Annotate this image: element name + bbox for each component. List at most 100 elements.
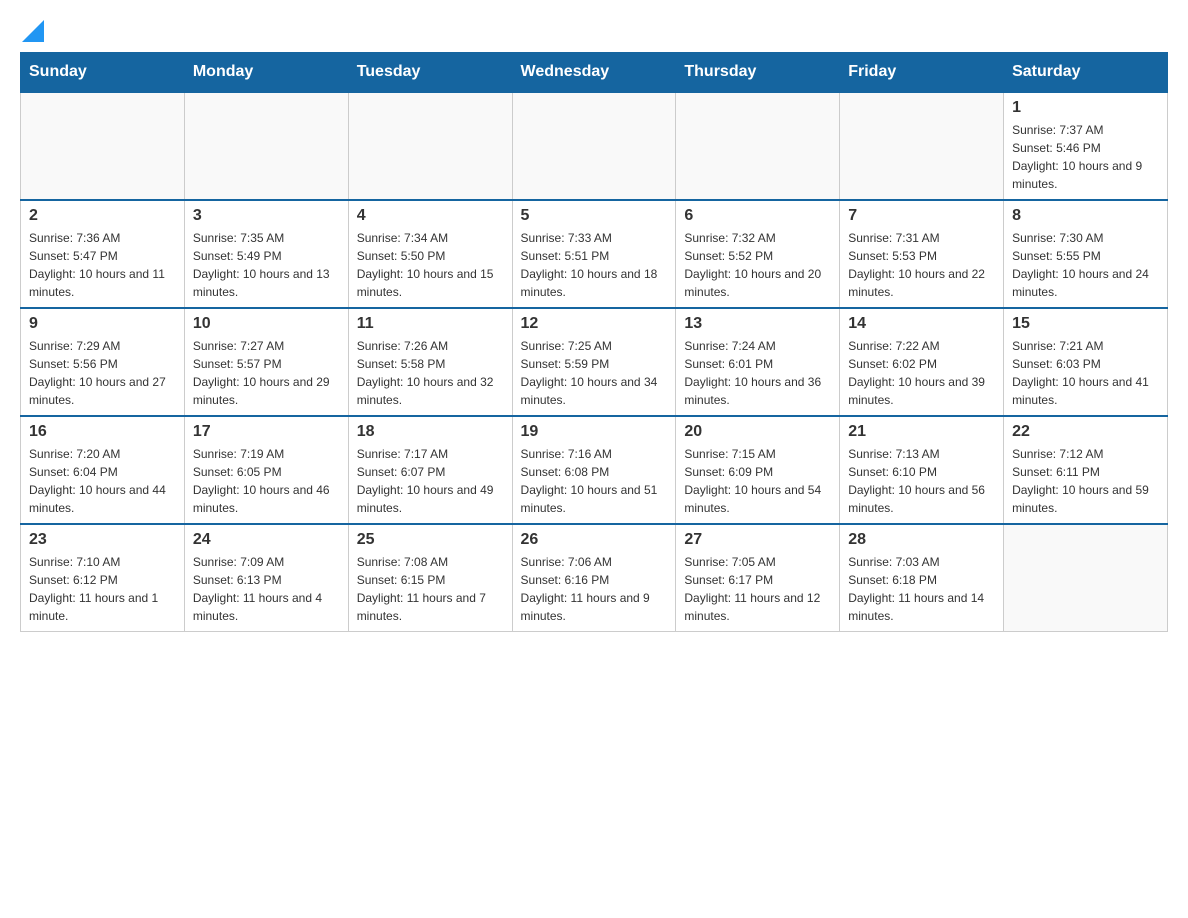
calendar-cell: 20 Sunrise: 7:15 AM Sunset: 6:09 PM Dayli… (676, 416, 840, 524)
day-number: 16 (29, 423, 176, 441)
day-number: 7 (848, 207, 995, 225)
column-header-wednesday: Wednesday (512, 53, 676, 93)
day-number: 24 (193, 531, 340, 549)
day-info: Sunrise: 7:36 AM Sunset: 5:47 PM Dayligh… (29, 229, 176, 301)
column-header-saturday: Saturday (1004, 53, 1168, 93)
calendar-week-row: 9 Sunrise: 7:29 AM Sunset: 5:56 PM Daylig… (21, 308, 1168, 416)
column-header-monday: Monday (184, 53, 348, 93)
day-number: 14 (848, 315, 995, 333)
calendar-week-row: 16 Sunrise: 7:20 AM Sunset: 6:04 PM Dayli… (21, 416, 1168, 524)
calendar-table: SundayMondayTuesdayWednesdayThursdayFrid… (20, 52, 1168, 632)
day-number: 11 (357, 315, 504, 333)
calendar-week-row: 2 Sunrise: 7:36 AM Sunset: 5:47 PM Daylig… (21, 200, 1168, 308)
day-info: Sunrise: 7:30 AM Sunset: 5:55 PM Dayligh… (1012, 229, 1159, 301)
calendar-cell: 23 Sunrise: 7:10 AM Sunset: 6:12 PM Dayli… (21, 524, 185, 632)
day-number: 3 (193, 207, 340, 225)
calendar-cell (676, 92, 840, 200)
calendar-cell: 7 Sunrise: 7:31 AM Sunset: 5:53 PM Daylig… (840, 200, 1004, 308)
day-info: Sunrise: 7:29 AM Sunset: 5:56 PM Dayligh… (29, 337, 176, 409)
calendar-cell: 27 Sunrise: 7:05 AM Sunset: 6:17 PM Dayli… (676, 524, 840, 632)
day-info: Sunrise: 7:22 AM Sunset: 6:02 PM Dayligh… (848, 337, 995, 409)
column-header-thursday: Thursday (676, 53, 840, 93)
logo (20, 20, 44, 42)
calendar-cell: 3 Sunrise: 7:35 AM Sunset: 5:49 PM Daylig… (184, 200, 348, 308)
calendar-cell: 8 Sunrise: 7:30 AM Sunset: 5:55 PM Daylig… (1004, 200, 1168, 308)
day-info: Sunrise: 7:19 AM Sunset: 6:05 PM Dayligh… (193, 445, 340, 517)
calendar-cell: 15Sunrise: 7:21 AM Sunset: 6:03 PM Dayli… (1004, 308, 1168, 416)
calendar-cell: 28Sunrise: 7:03 AM Sunset: 6:18 PM Dayli… (840, 524, 1004, 632)
calendar-cell: 13Sunrise: 7:24 AM Sunset: 6:01 PM Dayli… (676, 308, 840, 416)
calendar-cell: 26 Sunrise: 7:06 AM Sunset: 6:16 PM Dayli… (512, 524, 676, 632)
day-number: 21 (848, 423, 995, 441)
calendar-cell: 16 Sunrise: 7:20 AM Sunset: 6:04 PM Dayli… (21, 416, 185, 524)
calendar-cell (1004, 524, 1168, 632)
day-number: 9 (29, 315, 176, 333)
day-number: 1 (1012, 99, 1159, 117)
day-info: Sunrise: 7:13 AM Sunset: 6:10 PM Dayligh… (848, 445, 995, 517)
day-info: Sunrise: 7:17 AM Sunset: 6:07 PM Dayligh… (357, 445, 504, 517)
calendar-cell: 11 Sunrise: 7:26 AM Sunset: 5:58 PM Dayli… (348, 308, 512, 416)
day-info: Sunrise: 7:34 AM Sunset: 5:50 PM Dayligh… (357, 229, 504, 301)
day-info: Sunrise: 7:03 AM Sunset: 6:18 PM Dayligh… (848, 553, 995, 625)
calendar-cell (348, 92, 512, 200)
day-number: 26 (521, 531, 668, 549)
day-number: 5 (521, 207, 668, 225)
day-number: 23 (29, 531, 176, 549)
calendar-cell (21, 92, 185, 200)
logo-triangle-icon (22, 20, 44, 42)
day-info: Sunrise: 7:08 AM Sunset: 6:15 PM Dayligh… (357, 553, 504, 625)
day-info: Sunrise: 7:12 AM Sunset: 6:11 PM Dayligh… (1012, 445, 1159, 517)
day-number: 12 (521, 315, 668, 333)
day-number: 27 (684, 531, 831, 549)
day-info: Sunrise: 7:37 AM Sunset: 5:46 PM Dayligh… (1012, 121, 1159, 193)
calendar-cell: 1 Sunrise: 7:37 AM Sunset: 5:46 PM Daylig… (1004, 92, 1168, 200)
day-info: Sunrise: 7:15 AM Sunset: 6:09 PM Dayligh… (684, 445, 831, 517)
day-number: 19 (521, 423, 668, 441)
day-number: 6 (684, 207, 831, 225)
day-number: 18 (357, 423, 504, 441)
calendar-cell: 25 Sunrise: 7:08 AM Sunset: 6:15 PM Dayli… (348, 524, 512, 632)
calendar-cell: 2 Sunrise: 7:36 AM Sunset: 5:47 PM Daylig… (21, 200, 185, 308)
calendar-cell: 19 Sunrise: 7:16 AM Sunset: 6:08 PM Dayli… (512, 416, 676, 524)
day-info: Sunrise: 7:16 AM Sunset: 6:08 PM Dayligh… (521, 445, 668, 517)
day-info: Sunrise: 7:26 AM Sunset: 5:58 PM Dayligh… (357, 337, 504, 409)
day-number: 15 (1012, 315, 1159, 333)
calendar-cell: 10Sunrise: 7:27 AM Sunset: 5:57 PM Dayli… (184, 308, 348, 416)
calendar-cell: 14 Sunrise: 7:22 AM Sunset: 6:02 PM Dayli… (840, 308, 1004, 416)
column-header-friday: Friday (840, 53, 1004, 93)
column-header-sunday: Sunday (21, 53, 185, 93)
calendar-cell: 18 Sunrise: 7:17 AM Sunset: 6:07 PM Dayli… (348, 416, 512, 524)
calendar-cell (512, 92, 676, 200)
calendar-cell: 5 Sunrise: 7:33 AM Sunset: 5:51 PM Daylig… (512, 200, 676, 308)
day-number: 20 (684, 423, 831, 441)
day-number: 22 (1012, 423, 1159, 441)
day-info: Sunrise: 7:32 AM Sunset: 5:52 PM Dayligh… (684, 229, 831, 301)
day-number: 10 (193, 315, 340, 333)
calendar-cell: 9 Sunrise: 7:29 AM Sunset: 5:56 PM Daylig… (21, 308, 185, 416)
day-info: Sunrise: 7:35 AM Sunset: 5:49 PM Dayligh… (193, 229, 340, 301)
day-info: Sunrise: 7:33 AM Sunset: 5:51 PM Dayligh… (521, 229, 668, 301)
day-number: 25 (357, 531, 504, 549)
calendar-cell: 21 Sunrise: 7:13 AM Sunset: 6:10 PM Dayli… (840, 416, 1004, 524)
column-header-tuesday: Tuesday (348, 53, 512, 93)
day-info: Sunrise: 7:31 AM Sunset: 5:53 PM Dayligh… (848, 229, 995, 301)
day-info: Sunrise: 7:25 AM Sunset: 5:59 PM Dayligh… (521, 337, 668, 409)
day-info: Sunrise: 7:06 AM Sunset: 6:16 PM Dayligh… (521, 553, 668, 625)
calendar-week-row: 23 Sunrise: 7:10 AM Sunset: 6:12 PM Dayli… (21, 524, 1168, 632)
day-number: 17 (193, 423, 340, 441)
day-info: Sunrise: 7:10 AM Sunset: 6:12 PM Dayligh… (29, 553, 176, 625)
day-info: Sunrise: 7:20 AM Sunset: 6:04 PM Dayligh… (29, 445, 176, 517)
day-info: Sunrise: 7:09 AM Sunset: 6:13 PM Dayligh… (193, 553, 340, 625)
calendar-cell: 6 Sunrise: 7:32 AM Sunset: 5:52 PM Daylig… (676, 200, 840, 308)
page-header (20, 20, 1168, 42)
calendar-cell (840, 92, 1004, 200)
calendar-cell (184, 92, 348, 200)
day-number: 4 (357, 207, 504, 225)
day-number: 8 (1012, 207, 1159, 225)
calendar-cell: 22 Sunrise: 7:12 AM Sunset: 6:11 PM Dayli… (1004, 416, 1168, 524)
calendar-week-row: 1 Sunrise: 7:37 AM Sunset: 5:46 PM Daylig… (21, 92, 1168, 200)
day-info: Sunrise: 7:05 AM Sunset: 6:17 PM Dayligh… (684, 553, 831, 625)
day-number: 2 (29, 207, 176, 225)
calendar-header-row: SundayMondayTuesdayWednesdayThursdayFrid… (21, 53, 1168, 93)
day-info: Sunrise: 7:24 AM Sunset: 6:01 PM Dayligh… (684, 337, 831, 409)
